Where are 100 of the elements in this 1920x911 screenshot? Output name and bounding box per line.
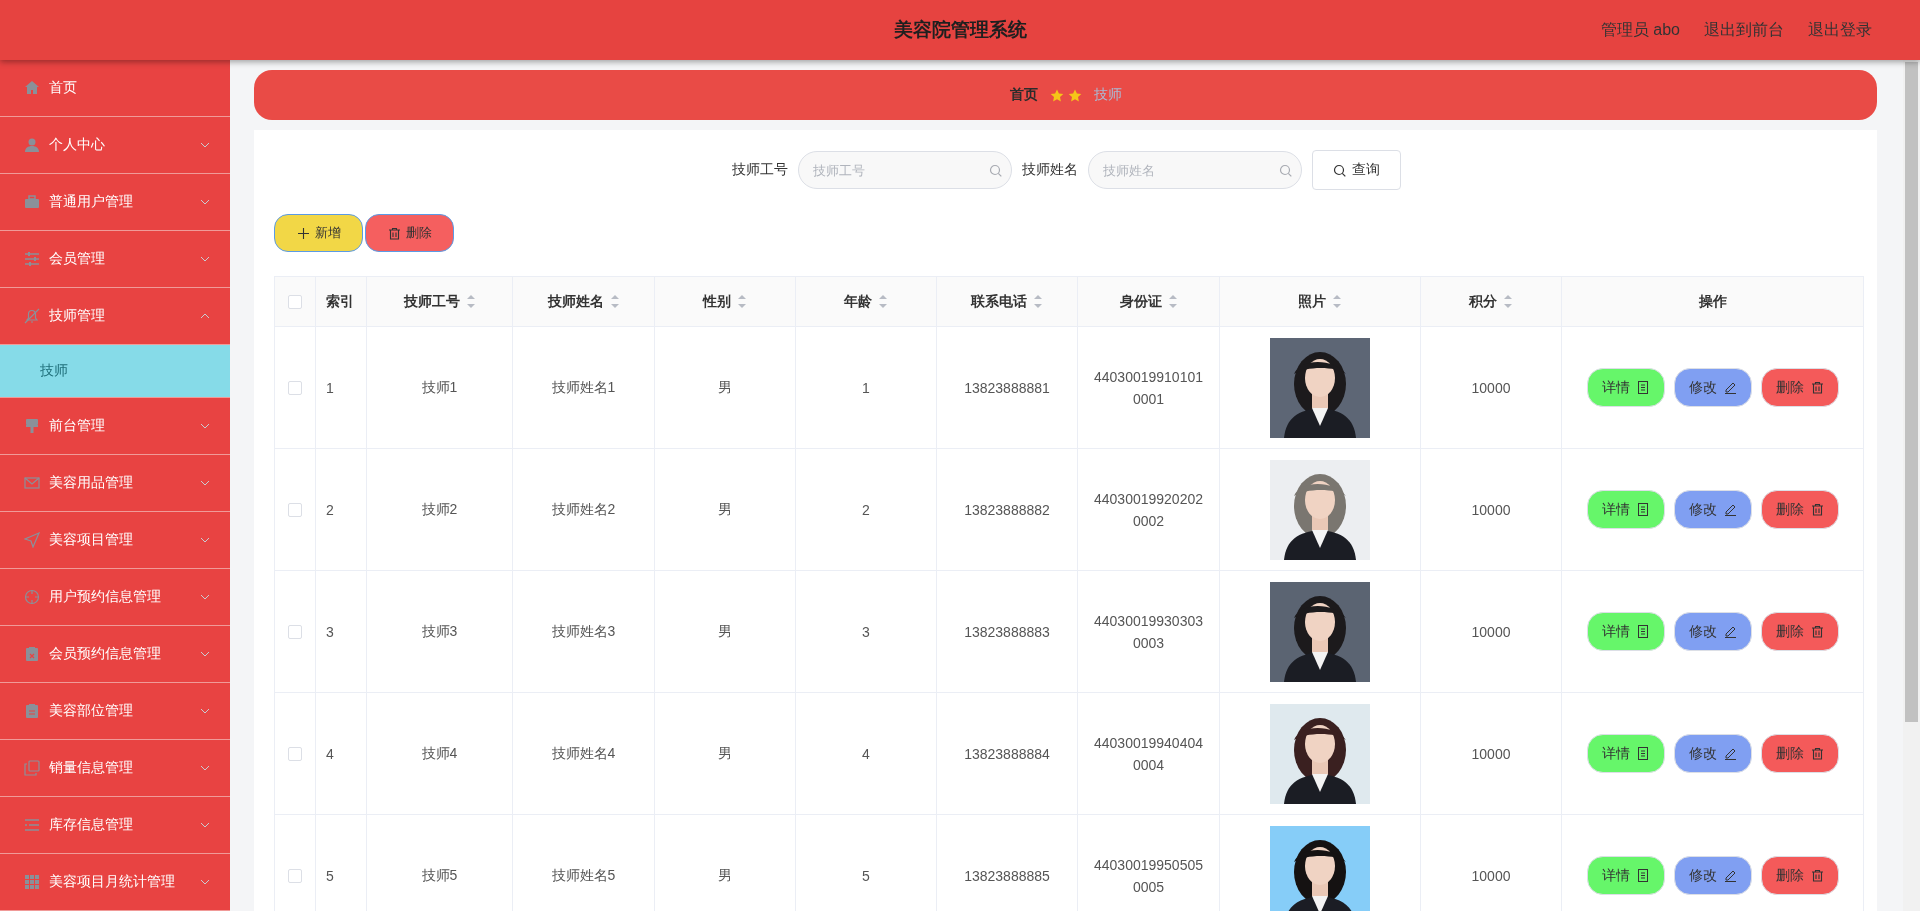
grid-icon <box>24 874 40 890</box>
sort-icon <box>1167 295 1178 308</box>
table-cell-text: 440300199303030003 <box>1093 611 1204 653</box>
table-cell: 10000 <box>1471 501 1511 518</box>
delete-button[interactable]: 删除 <box>1760 734 1839 773</box>
field-label: 技师工号 <box>732 161 788 179</box>
table-cell: 13823888884 <box>964 745 1050 762</box>
sidebar-item[interactable]: 前台管理 <box>0 398 230 455</box>
table-cell: 13823888883 <box>964 623 1050 640</box>
sort-icon <box>609 295 620 308</box>
table-cell: 技师2 <box>421 500 458 517</box>
field-label: 技师姓名 <box>1022 161 1078 179</box>
sort-icon <box>1503 295 1513 308</box>
search-icon <box>1333 163 1346 177</box>
checkbox[interactable] <box>288 294 302 309</box>
search-field[interactable]: 技师工号 <box>798 151 1012 189</box>
checkbox[interactable] <box>288 746 302 761</box>
trash-icon <box>1810 381 1824 394</box>
pencil-icon <box>1723 747 1737 760</box>
copy-icon <box>24 760 40 776</box>
table-cell: 男 <box>718 500 732 517</box>
trash-icon <box>1810 869 1824 882</box>
table-cell: 10000 <box>1471 745 1511 762</box>
table-cell: 4 <box>326 745 334 762</box>
sidebar-item[interactable]: 美容用品管理 <box>0 455 230 512</box>
add-button[interactable]: 新增 <box>274 214 363 252</box>
edit-button[interactable]: 修改 <box>1673 490 1752 529</box>
checkbox[interactable] <box>288 624 302 639</box>
search-icon <box>1279 164 1292 177</box>
delete-button[interactable]: 删除 <box>1760 490 1839 529</box>
pencil-icon <box>1723 625 1737 638</box>
detail-button[interactable]: 详情 <box>1586 368 1665 407</box>
table-cell: 技师1 <box>421 378 458 395</box>
chevron-down-icon <box>200 142 210 148</box>
detail-button[interactable]: 详情 <box>1586 490 1665 529</box>
sidebar-item[interactable]: 首页 <box>0 60 230 117</box>
table-cell: 4 <box>862 745 870 762</box>
table-cell: 13823888885 <box>964 867 1050 884</box>
bell-off-icon <box>24 308 40 324</box>
table-cell: 男 <box>718 744 732 761</box>
column-header[interactable]: 技师工号 <box>403 292 476 311</box>
detail-button[interactable]: 详情 <box>1586 734 1665 773</box>
detail-button[interactable]: 详情 <box>1586 856 1665 895</box>
breadcrumb-link[interactable]: 首页 <box>1009 86 1038 104</box>
user-label: 管理员 abo <box>1600 19 1680 40</box>
table-cell: 男 <box>718 622 732 639</box>
column-header: 索引 <box>326 292 354 311</box>
table-cell-text: 440300199202020002 <box>1093 489 1204 531</box>
header-link[interactable]: 退出到前台 <box>1704 19 1784 41</box>
column-header[interactable]: 年龄 <box>844 292 888 311</box>
chevron-down-icon <box>200 480 210 486</box>
user-icon <box>24 137 40 153</box>
sidebar-item[interactable]: 个人中心 <box>0 117 230 174</box>
edit-button[interactable]: 修改 <box>1673 368 1752 407</box>
pencil-icon <box>1723 503 1737 516</box>
sidebar-subitem[interactable]: 技师 <box>0 345 230 398</box>
sort-icon <box>737 295 747 308</box>
sidebar-item[interactable]: 美容项目月统计管理 <box>0 854 230 911</box>
column-header[interactable]: 积分 <box>1469 292 1513 311</box>
sidebar-item[interactable]: 美容项目管理 <box>0 512 230 569</box>
sidebar-item[interactable]: 库存信息管理 <box>0 797 230 854</box>
table-cell: 5 <box>862 867 870 884</box>
search-button[interactable]: 查询 <box>1312 150 1401 190</box>
scrollbar[interactable] <box>1903 60 1920 911</box>
delete-button[interactable]: 删除 <box>1760 612 1839 651</box>
plus-icon <box>296 226 310 240</box>
delete-button[interactable]: 删除 <box>1760 368 1839 407</box>
sidebar-item[interactable]: 美容部位管理 <box>0 683 230 740</box>
sidebar-item[interactable]: 会员管理 <box>0 231 230 288</box>
delete-button[interactable]: 删除 <box>365 214 454 252</box>
edit-button[interactable]: 修改 <box>1673 612 1752 651</box>
column-header[interactable]: 身份证 <box>1119 292 1178 311</box>
edit-button[interactable]: 修改 <box>1673 856 1752 895</box>
home-icon <box>24 80 40 96</box>
column-header[interactable]: 性别 <box>703 292 747 311</box>
sort-icon <box>878 295 888 308</box>
table-cell: 技师3 <box>421 622 458 639</box>
document-icon <box>1636 869 1650 882</box>
briefcase-icon <box>24 194 40 210</box>
search-icon <box>989 164 1002 177</box>
sidebar-item[interactable]: 会员预约信息管理 <box>0 626 230 683</box>
edit-button[interactable]: 修改 <box>1673 734 1752 773</box>
star-icon <box>1067 88 1082 102</box>
column-header[interactable]: 技师姓名 <box>547 292 620 311</box>
table-cell: 1 <box>862 379 870 396</box>
checkbox[interactable] <box>288 868 302 883</box>
detail-button[interactable]: 详情 <box>1586 612 1665 651</box>
chevron-down-icon <box>200 765 210 771</box>
checkbox[interactable] <box>288 502 302 517</box>
delete-button[interactable]: 删除 <box>1760 856 1839 895</box>
search-field[interactable]: 技师姓名 <box>1088 151 1302 189</box>
sidebar-item[interactable]: 用户预约信息管理 <box>0 569 230 626</box>
column-header[interactable]: 照片 <box>1298 292 1342 311</box>
chevron-up-icon <box>200 313 210 319</box>
checkbox[interactable] <box>288 380 302 395</box>
sidebar-item[interactable]: 销量信息管理 <box>0 740 230 797</box>
sort-icon <box>1033 295 1043 308</box>
header-link[interactable]: 退出登录 <box>1808 19 1872 41</box>
column-header[interactable]: 联系电话 <box>971 292 1043 311</box>
sidebar-item[interactable]: 普通用户管理 <box>0 174 230 231</box>
